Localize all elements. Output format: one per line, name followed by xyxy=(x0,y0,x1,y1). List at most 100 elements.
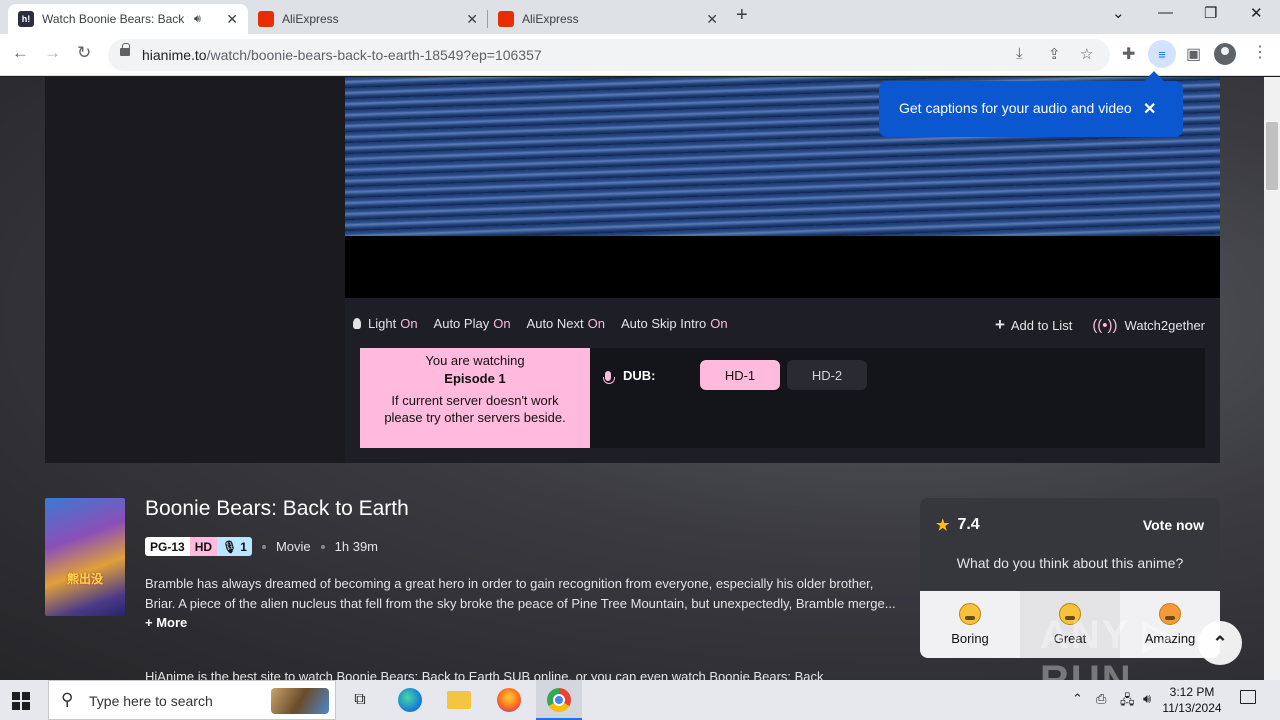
taskbar-search-box[interactable]: ⚲ Type here to search xyxy=(48,680,336,720)
restore-icon[interactable]: ❐ xyxy=(1204,4,1217,22)
broadcast-icon: ((•)) xyxy=(1092,316,1118,334)
tray-app-icon[interactable]: ⎙ xyxy=(1096,691,1106,707)
plus-icon: + xyxy=(994,315,1005,334)
edge-browser-icon[interactable] xyxy=(398,688,422,712)
live-caption-icon[interactable]: ≡ xyxy=(1148,40,1176,68)
microphone-icon xyxy=(603,370,615,384)
player-toggles: Light On Auto Play On Auto Next On Auto Ski… xyxy=(353,315,744,331)
scrollbar-thumb[interactable] xyxy=(1266,122,1278,190)
aliexpress-favicon-icon xyxy=(498,11,514,27)
server-panel: You are watching Episode 1 If current se… xyxy=(360,348,1205,448)
profile-avatar-icon[interactable] xyxy=(1214,43,1236,65)
lock-icon[interactable] xyxy=(120,43,130,56)
server-hint: If current server doesn't work please tr… xyxy=(384,393,566,425)
toggle-auto-next[interactable]: Auto Next On xyxy=(527,316,605,331)
browser-menu-icon[interactable]: ⋮ xyxy=(1252,42,1268,62)
page-scrollbar[interactable] xyxy=(1264,77,1280,680)
tray-overflow-chevron-icon[interactable]: ⌃ xyxy=(1072,691,1083,707)
score: ★ 7.4 xyxy=(936,516,980,534)
tab-close-icon[interactable]: ✕ xyxy=(226,11,238,28)
watch2gether-button[interactable]: ((•)) Watch2gether xyxy=(1092,317,1205,334)
anime-poster[interactable]: 熊出没 xyxy=(45,498,125,616)
url-text[interactable]: hianime.to/watch/boonie-bears-back-to-ea… xyxy=(142,47,542,63)
tab-aliexpress-1[interactable]: AliExpress ✕ xyxy=(248,4,488,34)
tab-hianime[interactable]: h! Watch Boonie Bears: Back to 🔊︎ ✕ xyxy=(8,4,248,34)
file-explorer-icon[interactable] xyxy=(447,691,471,709)
dub-label: DUB: xyxy=(603,368,656,384)
video-letterbox xyxy=(345,236,1220,298)
tab-close-icon[interactable]: ✕ xyxy=(706,11,718,28)
search-highlight-art xyxy=(271,688,329,714)
close-icon[interactable]: ✕ xyxy=(1143,99,1156,119)
taskbar-clock[interactable]: 3:12 PM 11/13/2024 xyxy=(1160,684,1224,716)
minimize-icon[interactable]: — xyxy=(1158,4,1173,21)
chevron-up-icon: ⌃ xyxy=(1212,632,1228,653)
anime-type: Movie xyxy=(275,539,311,554)
tab-strip: h! Watch Boonie Bears: Back to 🔊︎ ✕ AliE… xyxy=(0,0,1280,34)
tab-search-chevron-icon[interactable]: ⌄ xyxy=(1112,4,1125,22)
bookmark-star-icon[interactable]: ☆ xyxy=(1080,45,1093,63)
star-icon: ★ xyxy=(936,517,950,534)
tab-title: AliExpress xyxy=(522,12,579,26)
vote-boring-button[interactable]: Boring xyxy=(920,591,1020,658)
captions-popup-text: Get captions for your audio and video xyxy=(899,100,1132,116)
browser-toolbar: ← → ↻ hianime.to/watch/boonie-bears-back… xyxy=(0,34,1280,76)
tab-title: Watch Boonie Bears: Back to xyxy=(42,12,188,26)
notification-icon[interactable] xyxy=(1240,690,1256,704)
windows-taskbar: ⚲ Type here to search ⧉ ⌃ ⎙ 🖧︎ 🔊︎ 3:12 P… xyxy=(0,680,1280,720)
side-panel-icon[interactable]: ▣ xyxy=(1186,44,1201,64)
anime-meta: PG-13 HD 🎙︎ 1 Movie 1h 39m xyxy=(145,537,378,556)
quality-badge: HD xyxy=(189,537,218,556)
mic-icon: 🎙︎ xyxy=(222,539,238,554)
poster-logo-art: 熊出没 xyxy=(66,572,103,586)
dub-count-badge: 🎙︎ 1 xyxy=(217,537,252,556)
vote-question: What do you think about this anime? xyxy=(956,555,1184,571)
firefox-icon[interactable] xyxy=(497,688,521,712)
new-tab-icon[interactable]: + xyxy=(736,4,748,27)
chrome-icon xyxy=(547,688,571,712)
server-hd-2-button[interactable]: HD-2 xyxy=(787,360,867,390)
tired-face-icon xyxy=(959,603,981,625)
anime-title[interactable]: Boonie Bears: Back to Earth xyxy=(145,497,409,521)
player-actions: + Add to List ((•)) Watch2gether xyxy=(975,315,1205,335)
tab-title: AliExpress xyxy=(282,12,339,26)
scroll-to-top-button[interactable]: ⌃ xyxy=(1198,621,1242,665)
page-content: Light On Auto Play On Auto Next On Auto Ski… xyxy=(0,77,1280,680)
audio-playing-icon[interactable]: 🔊︎ xyxy=(194,13,201,26)
add-to-list-button[interactable]: + Add to List xyxy=(995,315,1072,335)
anime-description: Bramble has always dreamed of becoming a… xyxy=(145,576,896,630)
live-captions-popup: Get captions for your audio and video ✕ xyxy=(879,71,1183,137)
aliexpress-favicon-icon xyxy=(258,11,274,27)
windows-start-icon[interactable] xyxy=(12,692,30,710)
window-close-icon[interactable]: ✕ xyxy=(1250,4,1263,22)
watching-label: You are watching xyxy=(425,353,525,368)
toggle-light[interactable]: Light On xyxy=(353,316,418,331)
toggle-auto-skip-intro[interactable]: Auto Skip Intro On xyxy=(621,316,728,331)
tab-aliexpress-2[interactable]: AliExpress ✕ xyxy=(488,4,728,34)
tab-close-icon[interactable]: ✕ xyxy=(466,11,478,28)
extensions-puzzle-icon[interactable]: ✚ xyxy=(1122,44,1135,64)
hianime-favicon-icon: h! xyxy=(18,11,34,27)
toggle-auto-play[interactable]: Auto Play On xyxy=(434,316,511,331)
search-icon: ⚲ xyxy=(61,690,74,709)
separator-dot xyxy=(320,544,325,549)
anyrun-watermark-logo: ANY ▷ RUN xyxy=(1040,613,1176,680)
vote-now-button[interactable]: Vote now xyxy=(1143,517,1204,533)
watching-episode: Episode 1 xyxy=(444,371,506,386)
network-icon[interactable]: 🖧︎ xyxy=(1120,691,1135,713)
reload-icon[interactable]: ↻ xyxy=(77,43,91,63)
server-hd-1-button[interactable]: HD-1 xyxy=(700,360,780,390)
install-app-icon[interactable]: ⤓ xyxy=(1016,45,1023,62)
address-bar[interactable]: hianime.to/watch/boonie-bears-back-to-ea… xyxy=(108,39,1110,71)
forward-arrow-icon[interactable]: → xyxy=(44,43,61,63)
volume-icon[interactable]: 🔊︎ xyxy=(1143,691,1151,707)
chrome-taskbar-button[interactable] xyxy=(536,680,582,720)
share-icon[interactable]: ⇪ xyxy=(1048,45,1061,63)
more-link[interactable]: + More xyxy=(145,615,187,630)
site-description: HiAnime is the best site to watch Boonie… xyxy=(145,669,824,680)
anime-duration: 1h 39m xyxy=(334,539,379,554)
now-watching-box: You are watching Episode 1 If current se… xyxy=(360,348,590,448)
separator-dot xyxy=(261,544,266,549)
back-arrow-icon[interactable]: ← xyxy=(12,43,29,63)
task-view-icon[interactable]: ⧉ xyxy=(348,688,372,712)
